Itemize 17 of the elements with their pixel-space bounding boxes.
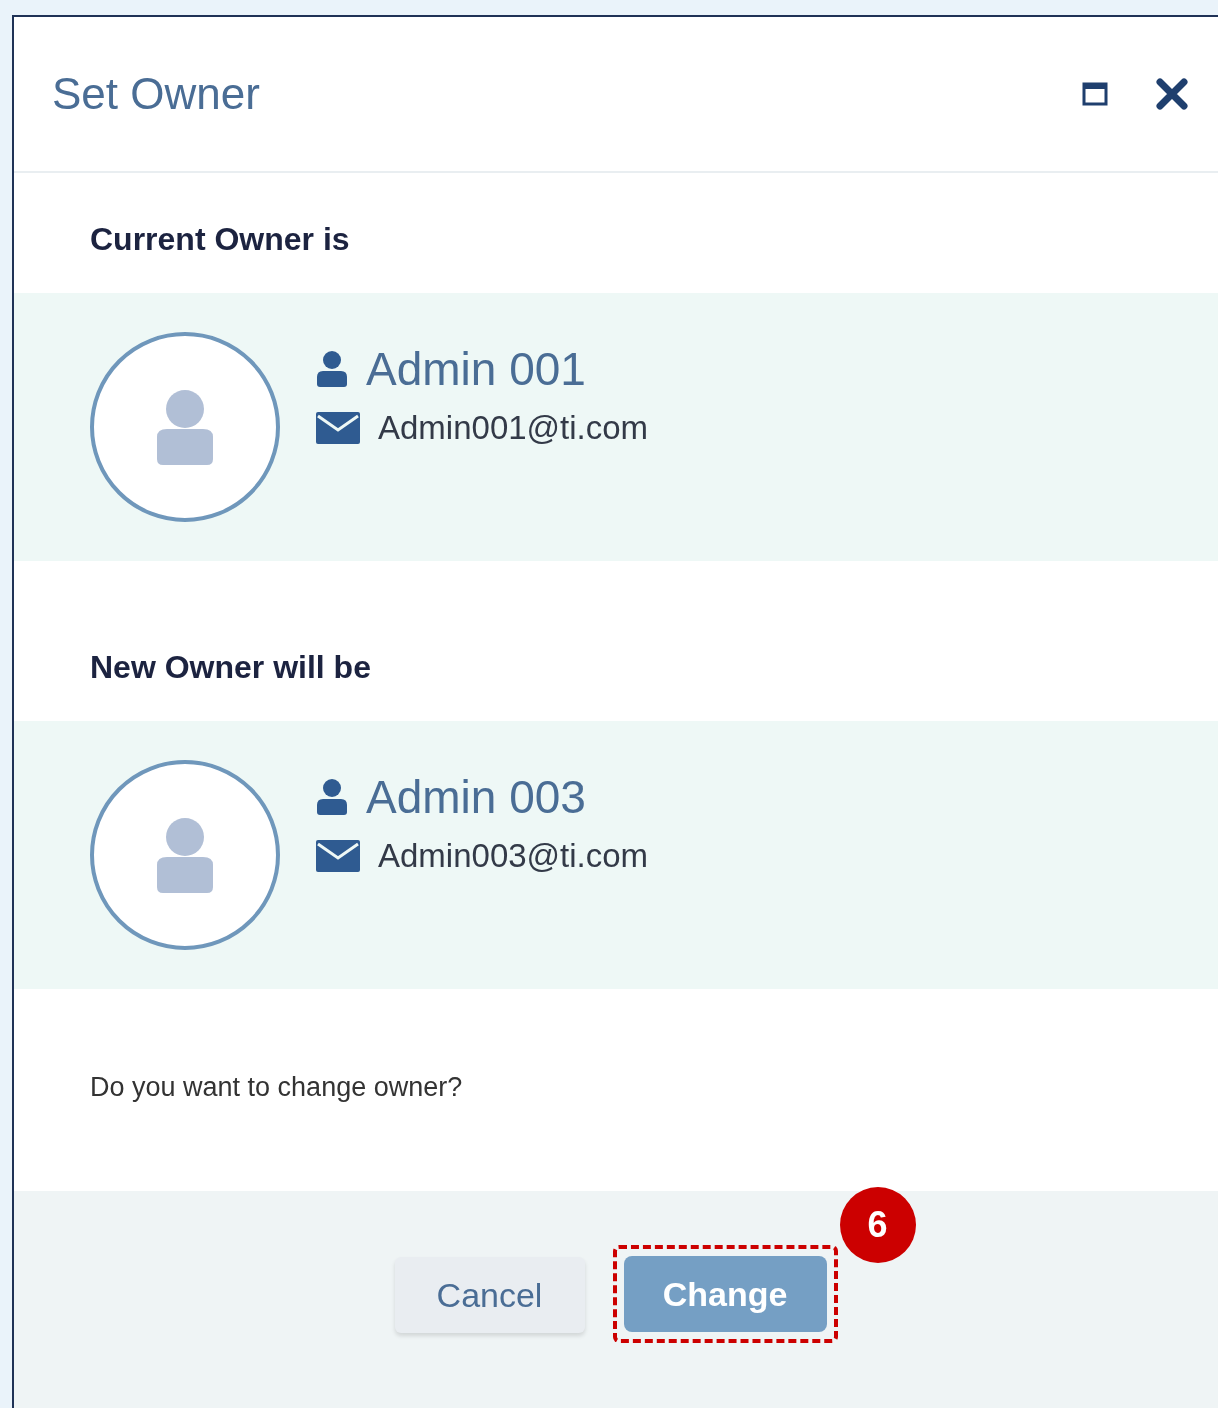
user-icon <box>316 351 348 388</box>
owner-name: Admin 003 <box>366 769 586 825</box>
maximize-icon[interactable] <box>1082 82 1108 106</box>
section-heading: New Owner will be <box>90 649 371 685</box>
envelope-icon <box>316 411 360 444</box>
user-icon <box>316 779 348 816</box>
question-text: Do you want to change owner? <box>90 1072 463 1102</box>
change-button[interactable]: Change <box>623 1256 827 1332</box>
envelope-icon <box>316 839 360 872</box>
section-heading: Current Owner is <box>90 221 350 257</box>
owner-name: Admin 001 <box>366 341 586 397</box>
cancel-button[interactable]: Cancel <box>394 1257 585 1333</box>
dialog-title: Set Owner <box>52 68 260 120</box>
owner-email: Admin001@ti.com <box>378 407 649 448</box>
owner-email: Admin003@ti.com <box>378 835 649 876</box>
step-number-badge: 6 <box>839 1187 916 1263</box>
close-icon[interactable] <box>1156 78 1188 110</box>
